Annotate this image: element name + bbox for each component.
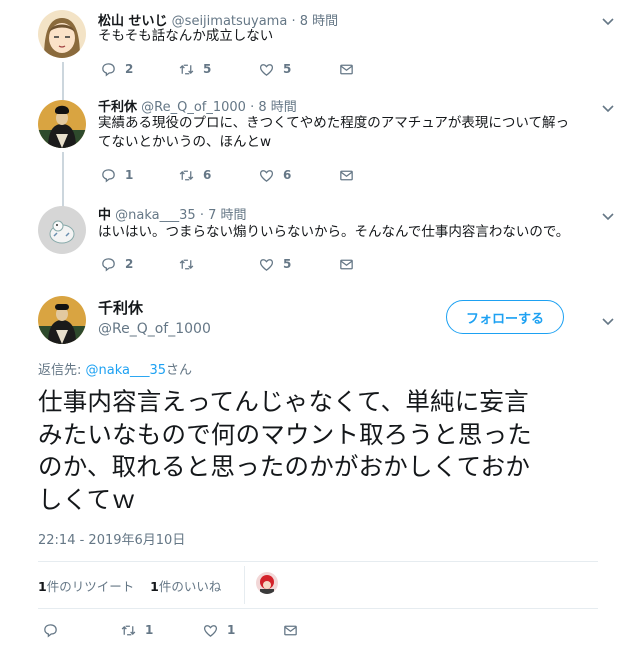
retweet-count: 5 (203, 62, 212, 76)
retweet-stat-label: 件のリツイート (46, 579, 135, 594)
chevron-down-icon[interactable] (602, 207, 614, 221)
separator-dot: · (199, 208, 204, 223)
main-handle[interactable]: @Re_Q_of_1000 (98, 321, 211, 337)
reply-count: 1 (125, 168, 134, 182)
display-name[interactable]: 千利休 (98, 100, 137, 115)
retweet-button[interactable]: 5 (178, 60, 211, 78)
retweet-icon (179, 170, 194, 180)
reply-icon (44, 623, 57, 637)
follow-button[interactable]: フォローする (446, 300, 564, 334)
like-stat-count: 1 (150, 579, 159, 594)
divider (38, 608, 598, 609)
tweet-header: 千利休 @Re_Q_of_1000 · 8 時間 (98, 96, 297, 115)
liker-avatar[interactable] (256, 572, 278, 594)
like-count: 6 (283, 168, 292, 182)
tweet-seijimatsuyama[interactable]: 松山 せいじ @seijimatsuyama · 8 時間 そもそも話なんか成立… (0, 0, 638, 100)
retweet-button[interactable]: 6 (178, 166, 211, 184)
retweet-button[interactable] (178, 255, 203, 273)
retweet-stat-count: 1 (38, 579, 47, 594)
main-timestamp[interactable]: 22:14 - 2019年6月10日 (38, 529, 185, 548)
tweet-text: 実績ある現役のプロに、きつくてやめた程度のアマチュアが表現について解っ てないと… (98, 114, 618, 152)
like-icon (203, 624, 218, 637)
retweet-icon (121, 625, 136, 635)
reply-button[interactable]: 2 (100, 60, 133, 78)
handle[interactable]: @Re_Q_of_1000 (141, 100, 246, 115)
chevron-down-icon[interactable] (602, 99, 614, 113)
like-icon (259, 63, 274, 76)
message-icon (340, 170, 353, 180)
message-icon (284, 625, 297, 635)
timestamp-link[interactable]: 7 時間 (208, 208, 246, 223)
like-icon (259, 258, 274, 271)
retweet-stat[interactable]: 1件のリツイート (38, 579, 134, 594)
replying-to-prefix: 返信先: (38, 363, 86, 378)
tweet-re-q-of-1000[interactable]: 千利休 @Re_Q_of_1000 · 8 時間 実績ある現役のプロに、きつくて… (0, 90, 638, 208)
avatar-re-q-of-1000[interactable] (38, 100, 86, 148)
reply-count: 2 (125, 257, 134, 271)
like-stat-label: 件のいいね (158, 579, 222, 594)
reply-icon (102, 257, 115, 271)
message-button[interactable] (282, 621, 299, 639)
main-text-line: しくてｗ (38, 484, 137, 514)
like-count: 1 (227, 623, 236, 637)
tweet-text-line: てないとかいうの、ほんとw (98, 134, 272, 150)
tweet-text-line: 実績ある現役のプロに、きつくてやめた程度のアマチュアが表現について解っ (98, 115, 570, 131)
reply-button[interactable]: 1 (100, 166, 133, 184)
avatar-main-re-q-of-1000[interactable] (38, 296, 86, 344)
message-button[interactable] (338, 166, 355, 184)
tweet-naka-35[interactable]: 中 @naka___35 · 7 時間 はいはい。つまらない煽りいらないから。そ… (0, 198, 638, 288)
main-text-line: のか、取れると思ったのかがおかしくておか (38, 452, 531, 481)
like-button[interactable]: 1 (202, 621, 235, 639)
message-button[interactable] (338, 60, 355, 78)
like-count: 5 (283, 257, 292, 271)
display-name[interactable]: 中 (98, 208, 111, 223)
retweet-button[interactable]: 1 (120, 621, 153, 639)
main-display-name[interactable]: 千利休 (98, 297, 143, 318)
separator-dot: · (291, 14, 296, 29)
like-button[interactable]: 6 (258, 166, 291, 184)
message-icon (340, 64, 353, 74)
reply-count: 2 (125, 62, 134, 76)
main-text-line: 仕事内容言えってんじゃなくて、単純に妄言 (38, 387, 529, 416)
separator-dot: · (250, 100, 255, 115)
chevron-down-icon[interactable] (602, 312, 614, 326)
message-icon (340, 259, 353, 269)
reply-icon (102, 62, 115, 76)
avatar-seijimatsuyama[interactable] (38, 10, 86, 58)
engagement-stats: 1件のリツイート 1件のいいね (38, 576, 221, 595)
like-button[interactable]: 5 (258, 60, 291, 78)
retweet-icon (179, 259, 194, 269)
message-button[interactable] (338, 255, 355, 273)
thread-line (62, 90, 64, 100)
tweet-text: はいはい。つまらない煽りいらないから。そんなんで仕事内容言わないので。 (98, 224, 570, 240)
tweet-text: そもそも話なんか成立しない (98, 28, 274, 44)
replying-to: 返信先: @naka___35さん (38, 359, 192, 378)
avatar-naka-35[interactable] (38, 206, 86, 254)
chevron-down-icon[interactable] (602, 12, 614, 26)
main-tweet-text: 仕事内容言えってんじゃなくて、単純に妄言 みたいなもので何のマウント取ろうと思っ… (38, 386, 598, 516)
reply-button[interactable]: 2 (100, 255, 133, 273)
timestamp-link[interactable]: 8 時間 (300, 14, 338, 29)
replying-to-handle[interactable]: @naka___35 (86, 363, 167, 378)
like-count: 5 (283, 62, 292, 76)
reply-button[interactable] (42, 621, 59, 639)
stats-separator (244, 566, 245, 604)
like-icon (259, 169, 274, 182)
like-stat[interactable]: 1件のいいね (150, 579, 221, 594)
thread-line (62, 198, 64, 206)
retweet-icon (179, 64, 194, 74)
retweet-count: 6 (203, 168, 212, 182)
replying-to-suffix: さん (166, 363, 193, 378)
reply-icon (102, 168, 115, 182)
tweet-header: 中 @naka___35 · 7 時間 (98, 204, 247, 223)
timestamp-link[interactable]: 8 時間 (258, 100, 296, 115)
retweet-count: 1 (145, 623, 154, 637)
like-button[interactable]: 5 (258, 255, 291, 273)
handle[interactable]: @naka___35 (115, 208, 196, 223)
divider (38, 561, 598, 562)
main-text-line: みたいなもので何のマウント取ろうと思った (38, 419, 532, 449)
